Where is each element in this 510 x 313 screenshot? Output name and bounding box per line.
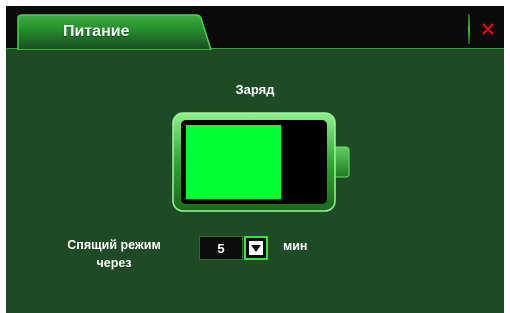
power-window: Питание Заряд Спящий режим через 5 мин (6, 6, 504, 313)
battery-icon (172, 112, 350, 212)
sleep-timer-dropdown-button[interactable] (244, 236, 268, 260)
close-button[interactable] (476, 16, 500, 42)
sleep-label: Спящий режим через (54, 236, 174, 272)
chevron-down-icon (249, 241, 263, 255)
sleep-unit-label: мин (283, 239, 308, 253)
tab-power[interactable]: Питание (16, 14, 212, 50)
close-separator (468, 14, 470, 44)
battery-fill (186, 125, 282, 199)
sleep-timer-dropdown[interactable]: 5 (199, 236, 269, 260)
sleep-label-line1: Спящий режим (67, 238, 161, 252)
sleep-label-line2: через (96, 256, 132, 270)
power-panel: Заряд Спящий режим через 5 мин (6, 48, 504, 313)
charge-label: Заряд (235, 82, 275, 97)
close-icon (482, 23, 494, 35)
tab-title: Питание (63, 23, 130, 40)
sleep-timer-value[interactable]: 5 (199, 236, 243, 260)
